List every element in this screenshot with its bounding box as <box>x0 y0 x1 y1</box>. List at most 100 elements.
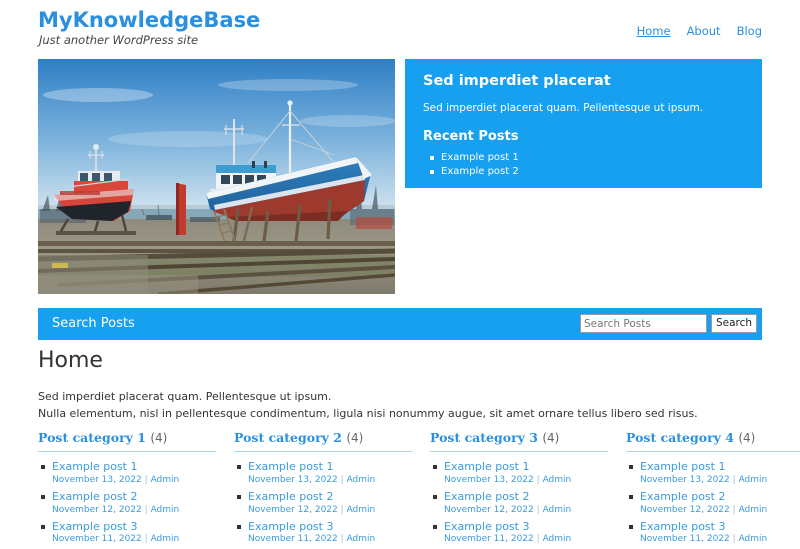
recent-post-item[interactable]: Example post 2 <box>430 165 744 180</box>
post-title-link[interactable]: Example post 1 <box>52 460 216 474</box>
list-item: Example post 2 November 12, 2022 | Admin <box>433 490 608 517</box>
category-post-list: Example post 1 November 13, 2022 | Admin… <box>38 460 216 546</box>
post-title-link[interactable]: Example post 1 <box>444 460 608 474</box>
nav-link-blog[interactable]: Blog <box>737 24 762 38</box>
search-posts-bar: Search Posts Search <box>38 308 762 340</box>
post-title-link[interactable]: Example post 2 <box>640 490 800 504</box>
post-title-link[interactable]: Example post 3 <box>248 520 412 534</box>
intro-line-1: Sed imperdiet placerat quam. Pellentesqu… <box>38 390 332 403</box>
post-author[interactable]: Admin <box>151 475 180 485</box>
post-meta: November 13, 2022 | Admin <box>640 474 800 487</box>
intro-line-2: Nulla elementum, nisl in pellentesque co… <box>38 406 698 420</box>
post-meta: November 12, 2022 | Admin <box>444 504 608 517</box>
featured-image-boats <box>38 59 395 294</box>
category-heading[interactable]: Post category 4 (4) <box>626 430 800 452</box>
post-author[interactable]: Admin <box>347 505 376 515</box>
post-meta: November 11, 2022 | Admin <box>52 533 216 546</box>
category-column-3: Post category 3 (4) Example post 1 Novem… <box>430 430 608 549</box>
meta-separator: | <box>536 474 540 485</box>
site-title[interactable]: MyKnowledgeBase <box>38 8 260 32</box>
category-post-list: Example post 1 November 13, 2022 | Admin… <box>234 460 412 546</box>
post-date: November 13, 2022 <box>444 474 534 485</box>
post-title-link[interactable]: Example post 3 <box>52 520 216 534</box>
meta-separator: | <box>340 504 344 515</box>
nav-link-home[interactable]: Home <box>637 24 671 38</box>
category-heading[interactable]: Post category 1 (4) <box>38 430 216 452</box>
list-item: Example post 3 November 11, 2022 | Admin <box>629 520 800 547</box>
post-meta: November 11, 2022 | Admin <box>444 533 608 546</box>
category-title: Post category 3 <box>430 430 538 445</box>
category-column-1: Post category 1 (4) Example post 1 Novem… <box>38 430 216 549</box>
list-item: Example post 3 November 11, 2022 | Admin <box>41 520 216 547</box>
search-button[interactable]: Search <box>711 314 758 333</box>
post-meta: November 12, 2022 | Admin <box>640 504 800 517</box>
recent-posts-heading: Recent Posts <box>423 128 519 144</box>
list-item: Example post 3 November 11, 2022 | Admin <box>433 520 608 547</box>
category-count: (4) <box>738 431 756 445</box>
category-heading[interactable]: Post category 2 (4) <box>234 430 412 452</box>
post-author[interactable]: Admin <box>739 505 768 515</box>
category-post-list: Example post 1 November 13, 2022 | Admin… <box>626 460 800 546</box>
post-meta: November 13, 2022 | Admin <box>248 474 412 487</box>
nav-link-about[interactable]: About <box>687 24 721 38</box>
post-title-link[interactable]: Example post 3 <box>444 520 608 534</box>
promo-title: Sed imperdiet placerat <box>423 73 611 89</box>
main-navigation: Home About Blog <box>637 24 762 38</box>
post-meta: November 13, 2022 | Admin <box>52 474 216 487</box>
post-meta: November 12, 2022 | Admin <box>248 504 412 517</box>
category-count: (4) <box>542 431 560 445</box>
category-column-2: Post category 2 (4) Example post 1 Novem… <box>234 430 412 549</box>
post-date: November 13, 2022 <box>248 474 338 485</box>
post-date: November 12, 2022 <box>248 504 338 515</box>
post-author[interactable]: Admin <box>543 475 572 485</box>
post-author[interactable]: Admin <box>739 475 768 485</box>
category-grid: Post category 1 (4) Example post 1 Novem… <box>38 430 800 549</box>
post-author[interactable]: Admin <box>347 475 376 485</box>
meta-separator: | <box>144 504 148 515</box>
category-heading[interactable]: Post category 3 (4) <box>430 430 608 452</box>
meta-separator: | <box>340 474 344 485</box>
post-title-link[interactable]: Example post 2 <box>52 490 216 504</box>
site-header: MyKnowledgeBase Just another WordPress s… <box>0 0 800 58</box>
recent-post-item[interactable]: Example post 1 <box>430 151 744 166</box>
post-meta: November 11, 2022 | Admin <box>248 533 412 546</box>
post-meta: November 13, 2022 | Admin <box>444 474 608 487</box>
site-tagline: Just another WordPress site <box>39 33 199 47</box>
promo-widget: Sed imperdiet placerat Sed imperdiet pla… <box>405 59 762 188</box>
main-content: Home Sed imperdiet placerat quam. Pellen… <box>38 350 762 422</box>
post-title-link[interactable]: Example post 2 <box>444 490 608 504</box>
post-date: November 13, 2022 <box>52 474 142 485</box>
meta-separator: | <box>144 474 148 485</box>
post-date: November 12, 2022 <box>52 504 142 515</box>
search-bar-label: Search Posts <box>52 316 135 331</box>
meta-separator: | <box>732 504 736 515</box>
meta-separator: | <box>732 474 736 485</box>
recent-posts-list: Example post 1 Example post 2 <box>423 151 744 180</box>
list-item: Example post 1 November 13, 2022 | Admin <box>41 460 216 487</box>
list-item: Example post 2 November 12, 2022 | Admin <box>41 490 216 517</box>
post-meta: November 11, 2022 | Admin <box>640 533 800 546</box>
page-title: Home <box>38 348 103 373</box>
post-date: November 13, 2022 <box>640 474 730 485</box>
category-column-4: Post category 4 (4) Example post 1 Novem… <box>626 430 800 549</box>
post-author[interactable]: Admin <box>543 505 572 515</box>
category-post-list: Example post 1 November 13, 2022 | Admin… <box>430 460 608 546</box>
search-input[interactable] <box>580 314 707 333</box>
list-item: Example post 1 November 13, 2022 | Admin <box>237 460 412 487</box>
post-date: November 12, 2022 <box>640 504 730 515</box>
post-title-link[interactable]: Example post 2 <box>248 490 412 504</box>
post-title-link[interactable]: Example post 1 <box>248 460 412 474</box>
category-count: (4) <box>150 431 168 445</box>
list-item: Example post 2 November 12, 2022 | Admin <box>629 490 800 517</box>
post-title-link[interactable]: Example post 1 <box>640 460 800 474</box>
list-item: Example post 2 November 12, 2022 | Admin <box>237 490 412 517</box>
hero-row: Sed imperdiet placerat Sed imperdiet pla… <box>38 59 762 295</box>
post-title-link[interactable]: Example post 3 <box>640 520 800 534</box>
list-item: Example post 3 November 11, 2022 | Admin <box>237 520 412 547</box>
category-count: (4) <box>346 431 364 445</box>
category-title: Post category 2 <box>234 430 342 445</box>
category-title: Post category 4 <box>626 430 734 445</box>
promo-text: Sed imperdiet placerat quam. Pellentesqu… <box>423 101 704 114</box>
post-author[interactable]: Admin <box>151 505 180 515</box>
category-title: Post category 1 <box>38 430 146 445</box>
